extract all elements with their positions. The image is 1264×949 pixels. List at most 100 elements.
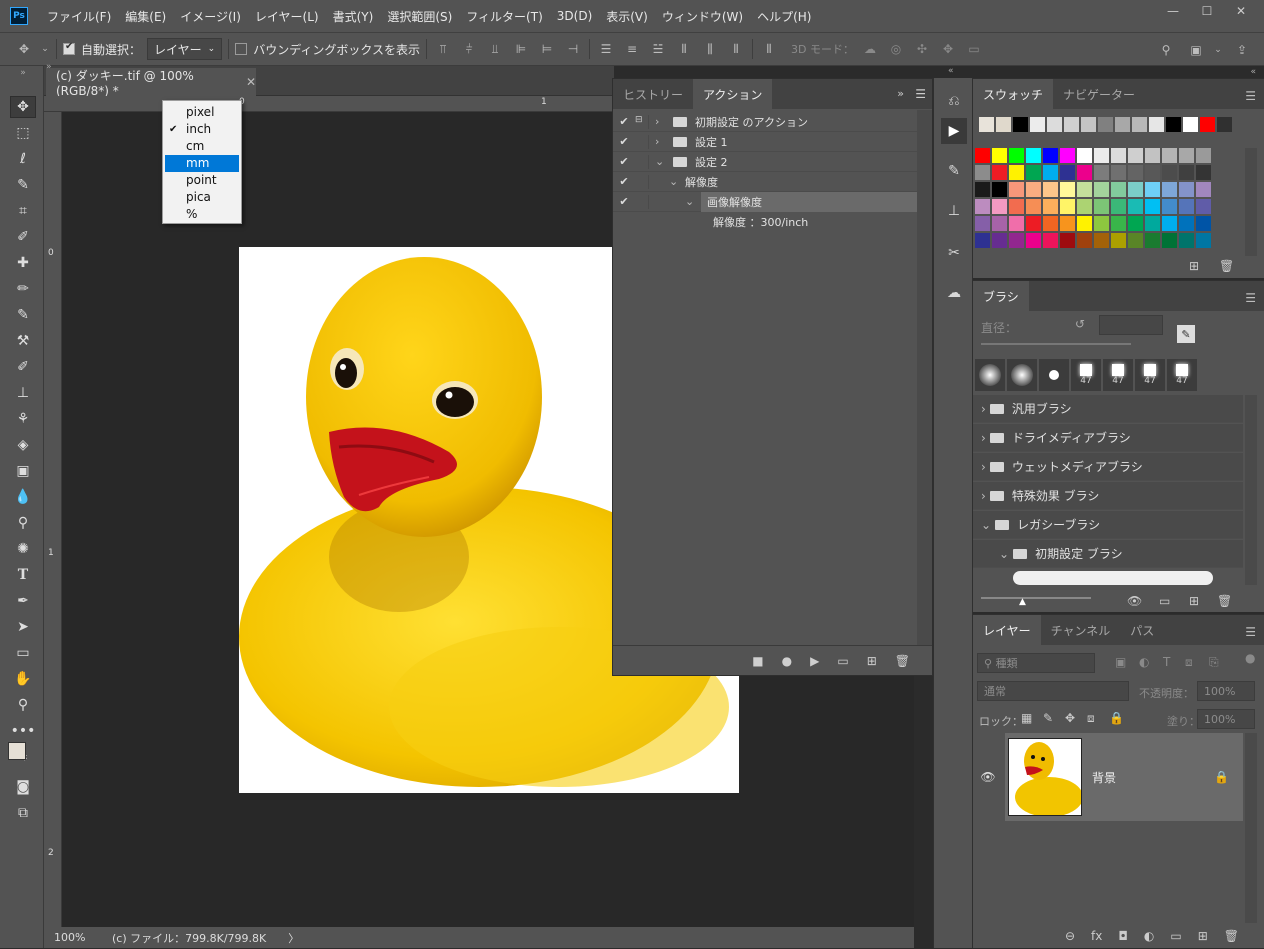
swatch[interactable]	[1111, 148, 1126, 163]
swatch[interactable]	[1149, 117, 1164, 132]
dialog-toggle-icon[interactable]	[635, 194, 649, 209]
menu-3d[interactable]: 3D(D)	[550, 9, 599, 23]
type-tool-icon[interactable]: T	[10, 564, 36, 586]
swatch[interactable]	[1217, 117, 1232, 132]
brush-folder-row[interactable]: ⌄ 初期設定 ブラシ	[973, 540, 1243, 568]
swatch[interactable]	[1128, 148, 1143, 163]
swatch[interactable]	[992, 148, 1007, 163]
action-row[interactable]: ✔ ⌄ 解像度	[613, 172, 917, 192]
swatch[interactable]	[992, 199, 1007, 214]
brush-preset[interactable]	[1007, 359, 1037, 391]
swatch[interactable]	[1043, 216, 1058, 231]
expand-icon[interactable]: »	[897, 87, 904, 100]
new-group-icon[interactable]: ▭	[1170, 929, 1181, 943]
swatch[interactable]	[1128, 182, 1143, 197]
zoom-tool-icon[interactable]: ⚲	[10, 694, 36, 716]
chevron-down-icon[interactable]: ⌄	[40, 39, 50, 59]
diameter-input[interactable]	[1099, 315, 1163, 335]
menu-select[interactable]: 選択範囲(S)	[380, 8, 459, 25]
swatch[interactable]	[975, 165, 990, 180]
expand-arrow-icon[interactable]: ⌄	[669, 175, 685, 188]
history-panel-icon[interactable]: ⎌	[941, 88, 967, 114]
action-check[interactable]: ✔	[613, 115, 635, 128]
swatch[interactable]	[1145, 165, 1160, 180]
swatch[interactable]	[1060, 199, 1075, 214]
tab-channels[interactable]: チャンネル	[1041, 615, 1121, 645]
bounding-box-checkbox[interactable]	[235, 43, 248, 55]
tab-layers[interactable]: レイヤー	[973, 615, 1041, 645]
swatch[interactable]	[1196, 199, 1211, 214]
swatch[interactable]	[1179, 148, 1194, 163]
distribute-vcenter-icon[interactable]: ≡	[622, 39, 642, 59]
swatch[interactable]	[1009, 216, 1024, 231]
new-action-icon[interactable]: ⊞	[867, 654, 877, 668]
swatch[interactable]	[1094, 165, 1109, 180]
brush-folder-row[interactable]: › 汎用ブラシ	[973, 395, 1243, 423]
lock-pixels-icon[interactable]: ✎	[1043, 711, 1053, 725]
brush-preset[interactable]: 47	[1071, 359, 1101, 391]
swatch[interactable]	[975, 233, 990, 248]
scrollbar[interactable]	[1245, 395, 1257, 585]
new-brush-icon[interactable]: ⊞	[1189, 594, 1199, 608]
layer-row-background[interactable]: 背景 🔒	[1005, 733, 1243, 821]
auto-select-checkbox[interactable]	[63, 41, 75, 55]
swatch[interactable]	[1009, 233, 1024, 248]
swatch[interactable]	[1183, 117, 1198, 132]
swatch[interactable]	[1009, 182, 1024, 197]
scrollbar[interactable]	[1245, 148, 1257, 256]
swatch[interactable]	[1115, 117, 1130, 132]
swatch[interactable]	[1162, 182, 1177, 197]
swatch[interactable]	[1094, 182, 1109, 197]
crop-tool-icon[interactable]: ⌗	[10, 200, 36, 222]
filter-shape-icon[interactable]: ⧈	[1185, 655, 1193, 670]
distribute-hcenter-icon[interactable]: ⫼	[700, 39, 720, 59]
swatch[interactable]	[1145, 233, 1160, 248]
action-check[interactable]: ✔	[613, 175, 635, 188]
more-tools-icon[interactable]: •••	[10, 720, 36, 742]
unit-option-pica[interactable]: pica	[165, 189, 239, 206]
swatch[interactable]	[1094, 233, 1109, 248]
swatch[interactable]	[992, 233, 1007, 248]
swatch[interactable]	[1077, 216, 1092, 231]
quick-mask-icon[interactable]: ◙	[10, 776, 36, 798]
new-group-icon[interactable]: ▭	[1159, 594, 1170, 608]
trash-icon[interactable]: 🗑	[1217, 594, 1232, 608]
swatch[interactable]	[1162, 233, 1177, 248]
menu-type[interactable]: 書式(Y)	[326, 8, 381, 25]
swatch[interactable]	[1043, 182, 1058, 197]
swatch[interactable]	[992, 165, 1007, 180]
3d-slide-icon[interactable]: ✥	[938, 39, 958, 59]
brush-preset[interactable]	[975, 359, 1005, 391]
swatch[interactable]	[1145, 182, 1160, 197]
swatch[interactable]	[1128, 233, 1143, 248]
trash-icon[interactable]: 🗑	[1219, 259, 1234, 273]
filter-pixel-icon[interactable]: ▣	[1115, 655, 1126, 669]
adjustment-layer-icon[interactable]: ◐	[1144, 929, 1154, 943]
swatch[interactable]	[1026, 216, 1041, 231]
tab-navigator[interactable]: ナビゲーター	[1053, 79, 1145, 109]
swatch[interactable]	[992, 216, 1007, 231]
swatch[interactable]	[1026, 233, 1041, 248]
lock-transparency-icon[interactable]: ▦	[1021, 711, 1032, 725]
swatch[interactable]	[992, 182, 1007, 197]
brush-preset[interactable]: 47	[1103, 359, 1133, 391]
swatch[interactable]	[1043, 233, 1058, 248]
collapse-icon[interactable]: «	[948, 66, 954, 76]
swatch[interactable]	[1111, 216, 1126, 231]
eyedropper-tool-icon[interactable]: ✐	[10, 226, 36, 248]
healing-brush-tool-icon[interactable]: ✚	[10, 252, 36, 274]
panel-menu-icon[interactable]: ☰	[1245, 89, 1256, 103]
eye-icon[interactable]: 👁	[973, 733, 1003, 821]
tab-swatches[interactable]: スウォッチ	[973, 79, 1054, 109]
link-layers-icon[interactable]: ⊖	[1065, 929, 1075, 943]
filter-adjust-icon[interactable]: ◐	[1139, 655, 1149, 669]
swatch[interactable]	[1145, 199, 1160, 214]
swatch[interactable]	[1132, 117, 1147, 132]
fx-icon[interactable]: fx	[1091, 929, 1102, 943]
quick-select-tool-icon[interactable]: ✎	[10, 174, 36, 196]
menu-file[interactable]: ファイル(F)	[40, 8, 118, 25]
swatch[interactable]	[1026, 148, 1041, 163]
panel-menu-icon[interactable]: ☰	[1245, 625, 1256, 639]
swatch[interactable]	[1081, 117, 1096, 132]
screen-mode-icon[interactable]: ⧉	[10, 802, 36, 824]
